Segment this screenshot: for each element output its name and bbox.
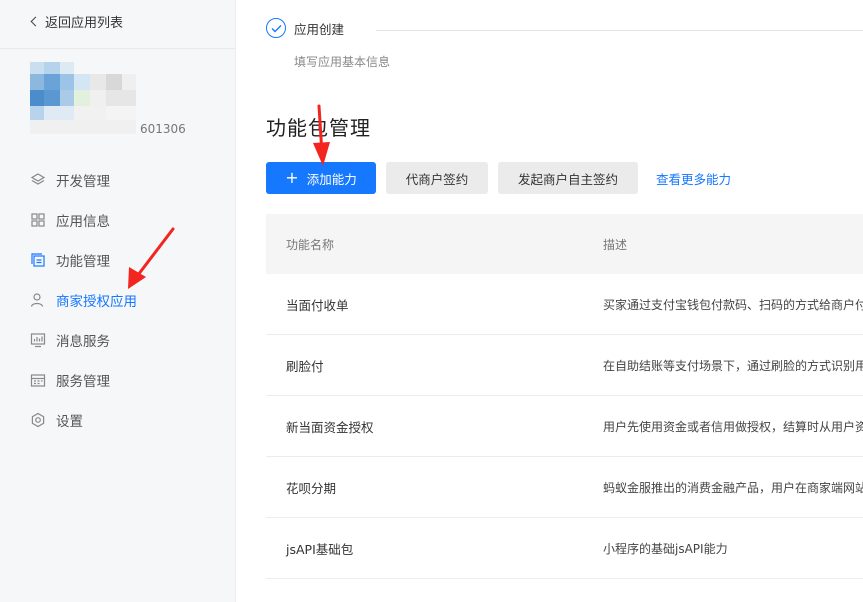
page-title: 功能包管理: [266, 116, 371, 140]
step-title: 应用创建: [294, 21, 345, 37]
cell-name: 刷脸付: [286, 358, 324, 374]
table-row: 当面付收单 买家通过支付宝钱包付款码、扫码的方式给商户付: [266, 274, 863, 335]
sidebar-item-label: 商家授权应用: [56, 294, 137, 310]
sidebar-item-label: 开发管理: [56, 174, 110, 190]
user-icon: [30, 292, 46, 308]
grid-icon: [30, 212, 46, 228]
cell-desc: 买家通过支付宝钱包付款码、扫码的方式给商户付: [603, 297, 863, 312]
sidebar: 返回应用列表 601306 开发管理 应用信息 功能管理 商家授权应用 消息服务…: [0, 0, 236, 602]
calendar-icon: [30, 372, 46, 388]
sidebar-item-label: 应用信息: [56, 214, 110, 230]
copy-icon: [30, 252, 46, 268]
cell-name: 花呗分期: [286, 480, 337, 496]
column-header-name: 功能名称: [286, 237, 335, 252]
cell-name: 当面付收单: [286, 297, 349, 313]
step-app-created: 应用创建: [266, 18, 344, 38]
agent-sign-button[interactable]: 代商户签约: [386, 162, 488, 194]
cell-name: 新当面资金授权: [286, 419, 374, 435]
plus-icon: +: [285, 168, 299, 187]
step-connector-line: [376, 30, 863, 31]
table-row: 刷脸付 在自助结账等支付场景下，通过刷脸的方式识别用: [266, 335, 863, 396]
back-link-label: 返回应用列表: [45, 16, 124, 31]
merchant-self-sign-button[interactable]: 发起商户自主签约: [498, 162, 638, 194]
table-header: 功能名称 描述: [266, 214, 863, 274]
capability-table: 功能名称 描述 当面付收单 买家通过支付宝钱包付款码、扫码的方式给商户付 刷脸付…: [266, 214, 863, 579]
layers-icon: [30, 172, 46, 188]
table-row: 花呗分期 蚂蚁金服推出的消费金融产品，用户在商家端网站: [266, 457, 863, 518]
app-logo-blurred: [30, 62, 136, 134]
add-capability-label: 添加能力: [306, 171, 357, 187]
cell-desc: 小程序的基础jsAPI能力: [603, 541, 728, 556]
table-row: jsAPI基础包 小程序的基础jsAPI能力: [266, 518, 863, 579]
sidebar-item-merchant-auth-app[interactable]: 商家授权应用: [0, 280, 236, 320]
add-capability-button[interactable]: + 添加能力: [266, 162, 376, 194]
cell-name: jsAPI基础包: [286, 541, 354, 557]
sidebar-item-settings[interactable]: 设置: [0, 400, 236, 440]
sidebar-item-label: 消息服务: [56, 334, 110, 350]
app-id-fragment: 601306: [140, 122, 186, 136]
gear-icon: [30, 412, 46, 428]
sidebar-item-service-management[interactable]: 服务管理: [0, 360, 236, 400]
sidebar-item-message-service[interactable]: 消息服务: [0, 320, 236, 360]
cell-desc: 在自助结账等支付场景下，通过刷脸的方式识别用: [603, 358, 863, 373]
sidebar-nav: 开发管理 应用信息 功能管理 商家授权应用 消息服务 服务管理 设置: [0, 160, 236, 440]
main-content: 应用创建 填写应用基本信息 功能包管理 + 添加能力 代商户签约 发起商户自主签…: [236, 0, 863, 602]
back-to-app-list-link[interactable]: 返回应用列表: [30, 12, 124, 31]
step-description: 填写应用基本信息: [294, 55, 391, 69]
table-row: 新当面资金授权 用户先使用资金或者信用做授权，结算时从用户资: [266, 396, 863, 457]
sidebar-item-label: 功能管理: [56, 254, 110, 270]
sidebar-item-label: 服务管理: [56, 374, 110, 390]
sidebar-item-dev-management[interactable]: 开发管理: [0, 160, 236, 200]
column-header-desc: 描述: [603, 237, 628, 252]
view-more-capabilities-link[interactable]: 查看更多能力: [656, 169, 731, 188]
action-bar: + 添加能力 代商户签约 发起商户自主签约 查看更多能力: [266, 162, 731, 194]
chart-monitor-icon: [30, 332, 46, 348]
sidebar-divider: [0, 48, 236, 49]
cell-desc: 用户先使用资金或者信用做授权，结算时从用户资: [603, 419, 863, 434]
sidebar-item-label: 设置: [56, 414, 83, 430]
cell-desc: 蚂蚁金服推出的消费金融产品，用户在商家端网站: [603, 480, 863, 495]
sidebar-item-app-info[interactable]: 应用信息: [0, 200, 236, 240]
sidebar-item-feature-management[interactable]: 功能管理: [0, 240, 236, 280]
chevron-left-icon: [30, 16, 41, 27]
check-circle-icon: [266, 18, 286, 38]
